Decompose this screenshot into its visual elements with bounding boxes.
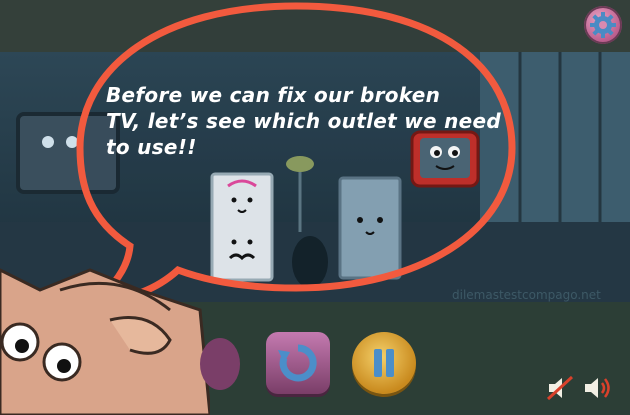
- gear-icon: [590, 12, 616, 38]
- hint-button[interactable]: [200, 338, 240, 390]
- restart-icon: [278, 344, 317, 382]
- dialog-line-2: TV, let’s see which outlet we need: [106, 109, 502, 133]
- restart-button[interactable]: [266, 332, 330, 394]
- watermark: dilemastestcompago.net: [452, 288, 601, 302]
- narrator-character: [0, 268, 210, 415]
- dialog-line-3: to use!!: [106, 135, 197, 159]
- dialog-line-1: Before we can fix our broken: [106, 83, 441, 107]
- pause-button[interactable]: [352, 332, 416, 394]
- dialog-text: Before we can fix our broken TV, let’s s…: [106, 82, 516, 160]
- settings-button[interactable]: [584, 6, 622, 44]
- speaker-muted-icon[interactable]: [546, 375, 574, 401]
- speaker-sound-icon[interactable]: [582, 374, 612, 402]
